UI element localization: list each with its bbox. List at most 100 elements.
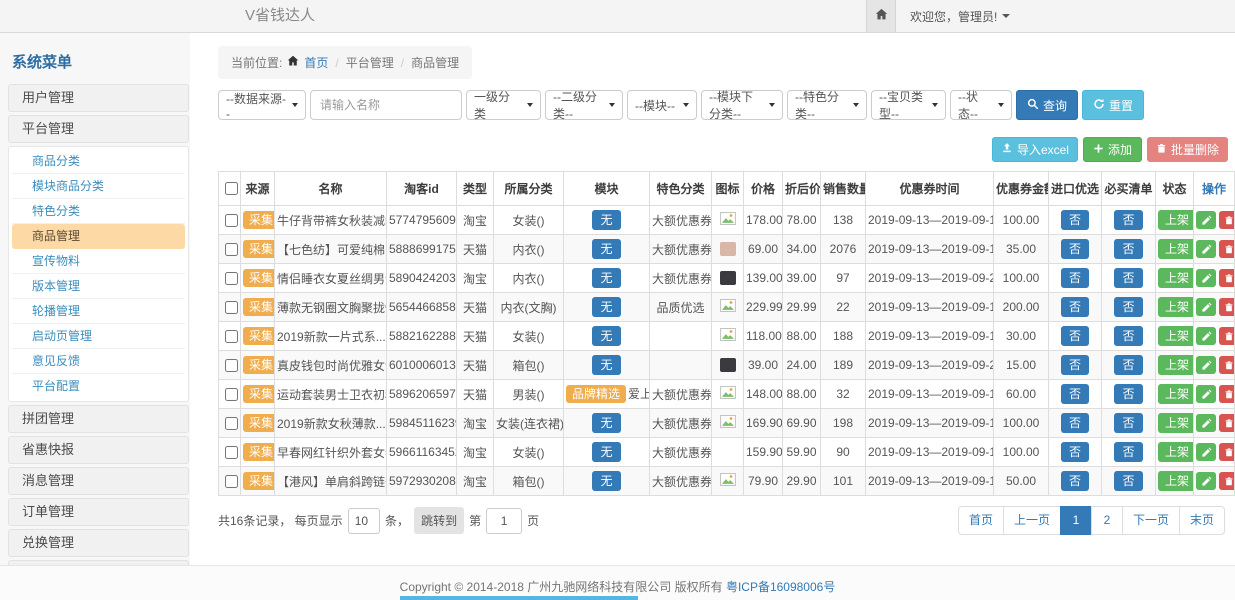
import-select-toggle[interactable]: 否 [1061, 413, 1089, 433]
row-checkbox[interactable] [225, 417, 238, 430]
sidebar-item[interactable]: 宣传物料 [12, 249, 185, 274]
status-button[interactable]: 上架 [1158, 297, 1194, 317]
delete-button[interactable] [1219, 240, 1235, 258]
breadcrumb-home-link[interactable]: 首页 [304, 54, 328, 71]
sidebar-group[interactable]: 兑换管理 [8, 529, 189, 557]
pager-button[interactable]: 末页 [1179, 506, 1225, 535]
delete-button[interactable] [1219, 211, 1235, 229]
must-buy-toggle[interactable]: 否 [1114, 442, 1142, 462]
status-button[interactable]: 上架 [1158, 210, 1194, 230]
import-select-toggle[interactable]: 否 [1061, 297, 1089, 317]
edit-button[interactable] [1196, 414, 1216, 432]
delete-button[interactable] [1219, 356, 1235, 374]
filter-select[interactable]: --宝贝类型-- [871, 90, 946, 120]
status-button[interactable]: 上架 [1158, 239, 1194, 259]
edit-button[interactable] [1196, 240, 1216, 258]
pager-button[interactable]: 首页 [958, 506, 1004, 535]
import-select-toggle[interactable]: 否 [1061, 326, 1089, 346]
row-checkbox[interactable] [225, 388, 238, 401]
data-source-select[interactable]: --数据来源-- [218, 90, 306, 120]
status-button[interactable]: 上架 [1158, 442, 1194, 462]
row-checkbox[interactable] [225, 359, 238, 372]
select-all-checkbox[interactable] [225, 182, 238, 195]
import-select-toggle[interactable]: 否 [1061, 355, 1089, 375]
sidebar-item[interactable]: 平台配置 [12, 374, 185, 399]
pager-button[interactable]: 上一页 [1003, 506, 1061, 535]
pager-button[interactable]: 2 [1091, 506, 1123, 535]
edit-button[interactable] [1196, 211, 1216, 229]
import-select-toggle[interactable]: 否 [1061, 384, 1089, 404]
edit-button[interactable] [1196, 472, 1216, 490]
must-buy-toggle[interactable]: 否 [1114, 355, 1142, 375]
filter-select[interactable]: --模块-- [627, 90, 697, 120]
add-button[interactable]: 添加 [1083, 137, 1142, 162]
sidebar-group[interactable]: 平台管理 [8, 115, 189, 143]
filter-select[interactable]: --状态-- [950, 90, 1012, 120]
edit-button[interactable] [1196, 298, 1216, 316]
row-checkbox[interactable] [225, 243, 238, 256]
search-button[interactable]: 查询 [1016, 90, 1078, 120]
filter-select[interactable]: 一级分类 [466, 90, 541, 120]
pager-button[interactable]: 1 [1060, 506, 1092, 535]
delete-button[interactable] [1219, 327, 1235, 345]
edit-button[interactable] [1196, 327, 1216, 345]
must-buy-toggle[interactable]: 否 [1114, 297, 1142, 317]
must-buy-toggle[interactable]: 否 [1114, 413, 1142, 433]
edit-button[interactable] [1196, 385, 1216, 403]
delete-button[interactable] [1219, 298, 1235, 316]
row-checkbox[interactable] [225, 475, 238, 488]
home-button[interactable] [866, 0, 896, 32]
edit-button[interactable] [1196, 443, 1216, 461]
delete-button[interactable] [1219, 414, 1235, 432]
jump-button[interactable]: 跳转到 [414, 507, 464, 534]
row-checkbox[interactable] [225, 272, 238, 285]
sidebar-group[interactable]: 省惠快报 [8, 436, 189, 464]
sidebar-item[interactable]: 启动页管理 [12, 324, 185, 349]
must-buy-toggle[interactable]: 否 [1114, 326, 1142, 346]
delete-button[interactable] [1219, 269, 1235, 287]
reset-button[interactable]: 重置 [1082, 90, 1144, 120]
row-checkbox[interactable] [225, 446, 238, 459]
import-select-toggle[interactable]: 否 [1061, 239, 1089, 259]
must-buy-toggle[interactable]: 否 [1114, 239, 1142, 259]
sidebar-item[interactable]: 版本管理 [12, 274, 185, 299]
delete-button[interactable] [1219, 443, 1235, 461]
sidebar-group[interactable]: 用户管理 [8, 84, 189, 112]
name-search-input[interactable] [310, 90, 462, 120]
edit-button[interactable] [1196, 269, 1216, 287]
sidebar-group[interactable]: 订单管理 [8, 498, 189, 526]
status-button[interactable]: 上架 [1158, 384, 1194, 404]
user-menu[interactable]: 欢迎您，管理员! [910, 8, 1010, 25]
sidebar-item[interactable]: 意见反馈 [12, 349, 185, 374]
pager-button[interactable]: 下一页 [1122, 506, 1180, 535]
sidebar-item[interactable]: 模块商品分类 [12, 174, 185, 199]
import-select-toggle[interactable]: 否 [1061, 471, 1089, 491]
row-checkbox[interactable] [225, 214, 238, 227]
horizontal-scrollbar-thumb[interactable] [400, 596, 638, 600]
filter-select[interactable]: --特色分类-- [787, 90, 867, 120]
filter-select[interactable]: --二级分类-- [545, 90, 623, 120]
must-buy-toggle[interactable]: 否 [1114, 471, 1142, 491]
icp-link[interactable]: 粤ICP备16098006号 [726, 580, 835, 594]
edit-button[interactable] [1196, 356, 1216, 374]
page-number-input[interactable] [486, 508, 522, 534]
import-excel-button[interactable]: 导入excel [992, 137, 1078, 162]
sidebar-item[interactable]: 特色分类 [12, 199, 185, 224]
must-buy-toggle[interactable]: 否 [1114, 268, 1142, 288]
status-button[interactable]: 上架 [1158, 355, 1194, 375]
must-buy-toggle[interactable]: 否 [1114, 210, 1142, 230]
row-checkbox[interactable] [225, 301, 238, 314]
batch-delete-button[interactable]: 批量删除 [1147, 137, 1228, 162]
sidebar-group[interactable]: 拼团管理 [8, 405, 189, 433]
delete-button[interactable] [1219, 472, 1235, 490]
row-checkbox[interactable] [225, 330, 238, 343]
status-button[interactable]: 上架 [1158, 471, 1194, 491]
status-button[interactable]: 上架 [1158, 268, 1194, 288]
sidebar-group[interactable]: 消息管理 [8, 467, 189, 495]
import-select-toggle[interactable]: 否 [1061, 210, 1089, 230]
status-button[interactable]: 上架 [1158, 326, 1194, 346]
import-select-toggle[interactable]: 否 [1061, 268, 1089, 288]
filter-select[interactable]: --模块下分类-- [701, 90, 783, 120]
sidebar-item[interactable]: 轮播管理 [12, 299, 185, 324]
per-page-select[interactable]: 10 [348, 508, 380, 534]
